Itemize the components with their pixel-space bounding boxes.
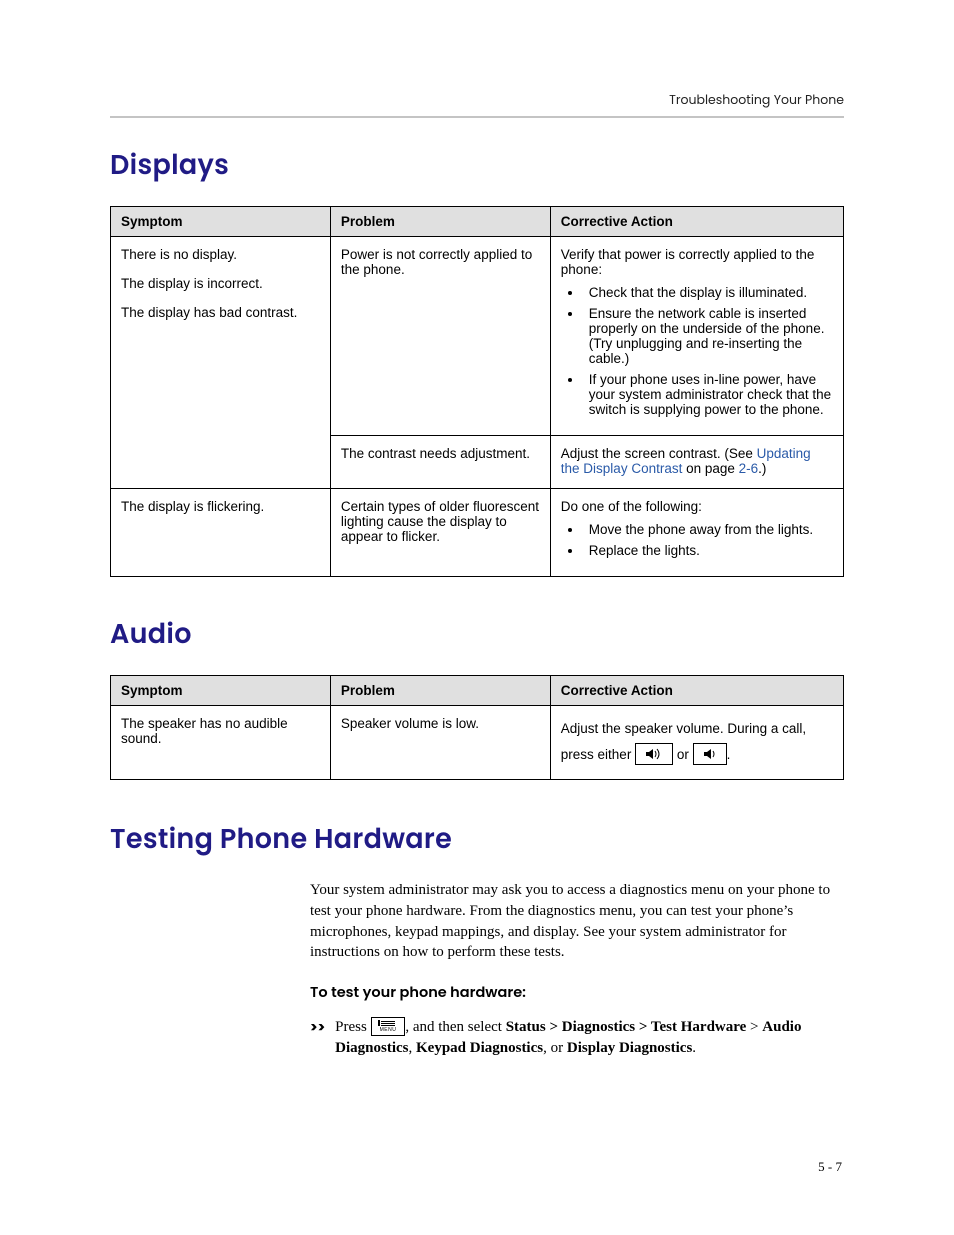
- document-page: Troubleshooting Your Phone Displays Symp…: [0, 0, 954, 1235]
- cell-problem: Power is not correctly applied to the ph…: [330, 237, 550, 436]
- action-bullet: Ensure the network cable is inserted pro…: [583, 306, 833, 366]
- action-bullets: Move the phone away from the lights. Rep…: [561, 522, 833, 558]
- action-bullet: Replace the lights.: [583, 543, 833, 558]
- header-rule: [110, 116, 844, 118]
- cell-problem: The contrast needs adjustment.: [330, 436, 550, 489]
- cell-symptom: The display is flickering.: [111, 489, 331, 577]
- step-post-2: >: [746, 1019, 762, 1035]
- heading-testing: Testing Phone Hardware: [110, 820, 844, 860]
- heading-displays: Displays: [110, 146, 844, 186]
- table-row: The speaker has no audible sound. Speake…: [111, 706, 844, 780]
- cell-problem: Speaker volume is low.: [330, 706, 550, 780]
- action-bullet: Check that the display is illuminated.: [583, 285, 833, 300]
- cell-action: Adjust the screen contrast. (See Updatin…: [550, 436, 843, 489]
- step-tail: .: [692, 1040, 696, 1056]
- table-row: There is no display. The display is inco…: [111, 237, 844, 436]
- table-displays: Symptom Problem Corrective Action There …: [110, 206, 844, 577]
- step-bold-path: Status > Diagnostics > Test Hardware: [506, 1019, 747, 1035]
- th-problem: Problem: [330, 207, 550, 237]
- volume-down-icon: [693, 743, 727, 765]
- step-text: Press MENU , and then select Status > Di…: [335, 1017, 844, 1058]
- menu-icon: MENU: [371, 1017, 406, 1037]
- body-block: Your system administrator may ask you to…: [310, 880, 844, 1058]
- action-text: on page: [682, 461, 738, 476]
- symptom-line: The display is incorrect.: [121, 276, 320, 291]
- sub-heading: To test your phone hardware:: [310, 983, 844, 1003]
- body-paragraph: Your system administrator may ask you to…: [310, 880, 844, 963]
- cell-symptom: There is no display. The display is inco…: [111, 237, 331, 489]
- step-sep-2: , or: [543, 1040, 567, 1056]
- action-bullet: Move the phone away from the lights.: [583, 522, 833, 537]
- table-audio: Symptom Problem Corrective Action The sp…: [110, 675, 844, 780]
- th-symptom: Symptom: [111, 676, 331, 706]
- th-action: Corrective Action: [550, 207, 843, 237]
- action-text: Adjust the screen contrast. (See: [561, 446, 757, 461]
- action-bullet: If your phone uses in-line power, have y…: [583, 372, 833, 417]
- th-action: Corrective Action: [550, 676, 843, 706]
- running-header: Troubleshooting Your Phone: [110, 92, 844, 110]
- symptom-line: The display has bad contrast.: [121, 305, 320, 320]
- cell-action: Adjust the speaker volume. During a call…: [550, 706, 843, 780]
- cell-problem: Certain types of older fluorescent light…: [330, 489, 550, 577]
- cell-action: Verify that power is correctly applied t…: [550, 237, 843, 436]
- step-sep-1: ,: [409, 1040, 417, 1056]
- step-line: >> Press MENU , and then select Status >…: [310, 1017, 844, 1058]
- step-marker: >>: [310, 1017, 325, 1038]
- or-text: or: [677, 747, 693, 762]
- link-page-ref[interactable]: 2-6: [739, 461, 759, 476]
- heading-audio: Audio: [110, 615, 844, 655]
- action-lead: Do one of the following:: [561, 499, 833, 514]
- th-symptom: Symptom: [111, 207, 331, 237]
- cell-symptom: The speaker has no audible sound.: [111, 706, 331, 780]
- symptom-line: There is no display.: [121, 247, 320, 262]
- action-tail: .: [727, 747, 731, 762]
- table-row: The display is flickering. Certain types…: [111, 489, 844, 577]
- step-bold-display: Display Diagnostics: [567, 1040, 692, 1056]
- volume-up-icon: [635, 743, 673, 765]
- step-bold-keypad: Keypad Diagnostics: [416, 1040, 543, 1056]
- action-lead: Verify that power is correctly applied t…: [561, 247, 833, 277]
- step-pre: Press: [335, 1019, 370, 1035]
- action-bullets: Check that the display is illuminated. E…: [561, 285, 833, 417]
- th-problem: Problem: [330, 676, 550, 706]
- step-post-1: , and then select: [405, 1019, 505, 1035]
- action-text: .): [758, 461, 766, 476]
- cell-action: Do one of the following: Move the phone …: [550, 489, 843, 577]
- page-number: 5 - 7: [818, 1159, 842, 1175]
